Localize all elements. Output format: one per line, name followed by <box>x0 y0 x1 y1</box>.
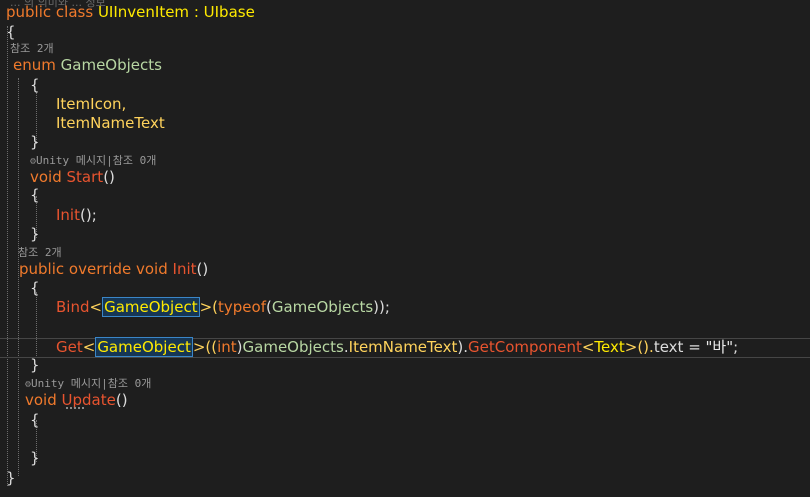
inheritance-sep: : <box>189 3 204 21</box>
code-line-brace[interactable]: } <box>30 224 810 244</box>
method-call-bind[interactable]: Bind <box>56 298 90 316</box>
code-line-enum-decl[interactable]: enum GameObjects <box>13 55 810 75</box>
method-name-start[interactable]: Start <box>67 168 104 186</box>
code-line-class-decl[interactable]: public class UIInvenItem : UIbase <box>6 2 810 22</box>
method-call-getcomponent[interactable]: GetComponent <box>468 338 582 356</box>
parens: () <box>103 168 115 186</box>
keyword-typeof: typeof <box>218 298 266 316</box>
code-line-brace[interactable]: { <box>30 410 810 430</box>
enum-member[interactable]: ItemNameText <box>56 114 165 132</box>
brace-close: } <box>30 225 40 243</box>
indent-guide <box>7 26 8 486</box>
brace-close: } <box>30 356 40 374</box>
keyword-override: override <box>68 260 132 278</box>
generic-open: < <box>82 338 96 356</box>
method-call-get[interactable]: Get <box>56 338 83 356</box>
method-call-init[interactable]: Init <box>56 206 80 224</box>
code-line-brace[interactable]: } <box>30 355 810 375</box>
keyword-void: void <box>135 260 168 278</box>
enum-member-ref[interactable]: ItemNameText <box>349 338 458 356</box>
suggestion-squiggle <box>66 405 84 409</box>
assign-op: = <box>683 338 706 356</box>
code-line-update-decl[interactable]: void Update() <box>25 390 810 410</box>
brace-close: } <box>6 469 16 487</box>
code-line-brace[interactable]: { <box>30 278 810 298</box>
brace-close: } <box>30 449 40 467</box>
generic-open: < <box>581 338 595 356</box>
dot: ). <box>457 338 469 356</box>
generic-open: < <box>89 298 103 316</box>
keyword-class: class <box>55 3 94 21</box>
code-line-brace[interactable]: } <box>30 448 810 468</box>
parens: () <box>196 260 209 278</box>
code-line-brace[interactable]: { <box>30 75 810 95</box>
brace-open: { <box>30 76 40 94</box>
keyword-public: public <box>6 3 52 21</box>
method-name-init[interactable]: Init <box>173 260 197 278</box>
code-line-brace[interactable]: { <box>6 22 810 42</box>
code-line-get[interactable]: Get< GameObject >((int)GameObjects.ItemNam… <box>56 337 810 357</box>
codelens-refs[interactable]: 참조 2개 <box>10 42 54 56</box>
keyword-void: void <box>30 168 62 186</box>
code-line-brace[interactable]: } <box>30 132 810 152</box>
brace-close: } <box>30 133 40 151</box>
generic-close: >( <box>199 298 219 316</box>
keyword-public: public <box>19 260 65 278</box>
class-name[interactable]: UIInvenItem <box>98 3 189 21</box>
string-literal[interactable]: "바" <box>706 338 734 356</box>
code-line-brace[interactable]: { <box>30 185 810 205</box>
codelens-unity-text: Unity 메시지|참조 0개 <box>31 377 152 390</box>
generic-close: >(( <box>192 338 218 356</box>
generic-close: >(). <box>624 338 654 356</box>
code-line-bind[interactable]: Bind< GameObject >(typeof(GameObjects)); <box>56 297 810 317</box>
code-line-enum-item[interactable]: ItemIcon, <box>56 94 810 114</box>
code-line-enum-item[interactable]: ItemNameText <box>56 113 810 133</box>
enum-ref[interactable]: GameObjects <box>272 298 373 316</box>
base-class-name[interactable]: UIbase <box>204 3 255 21</box>
enum-member[interactable]: ItemIcon, <box>56 95 126 113</box>
semicolon: ; <box>733 338 739 356</box>
code-line-start-decl[interactable]: void Start() <box>30 167 810 187</box>
keyword-enum: enum <box>13 56 56 74</box>
brace-open: { <box>6 23 16 41</box>
brace-open: { <box>30 186 40 204</box>
keyword-int: int <box>217 338 237 356</box>
property-text[interactable]: text <box>654 338 684 356</box>
type-gameobject[interactable]: GameObject <box>102 297 200 317</box>
parens: () <box>115 391 128 409</box>
brace-open: { <box>30 279 40 297</box>
code-editor[interactable]: ... 의 의미와 ... 정보 public class UIInvenIte… <box>0 0 810 497</box>
call-rest: (); <box>79 206 97 224</box>
paren-close: )); <box>373 298 390 316</box>
brace-open: { <box>30 411 40 429</box>
keyword-void: void <box>25 391 57 409</box>
codelens-refs[interactable]: 참조 2개 <box>18 246 62 260</box>
enum-name[interactable]: GameObjects <box>61 56 162 74</box>
enum-ref[interactable]: GameObjects <box>243 338 344 356</box>
type-text[interactable]: Text <box>594 338 624 356</box>
code-line-brace[interactable]: } <box>6 468 810 488</box>
type-gameobject[interactable]: GameObject <box>95 337 193 357</box>
code-line-init-decl[interactable]: public override void Init() <box>19 259 810 279</box>
code-line-init-call[interactable]: Init(); <box>56 205 810 225</box>
codelens-unity-text: Unity 메시지|참조 0개 <box>36 154 157 167</box>
